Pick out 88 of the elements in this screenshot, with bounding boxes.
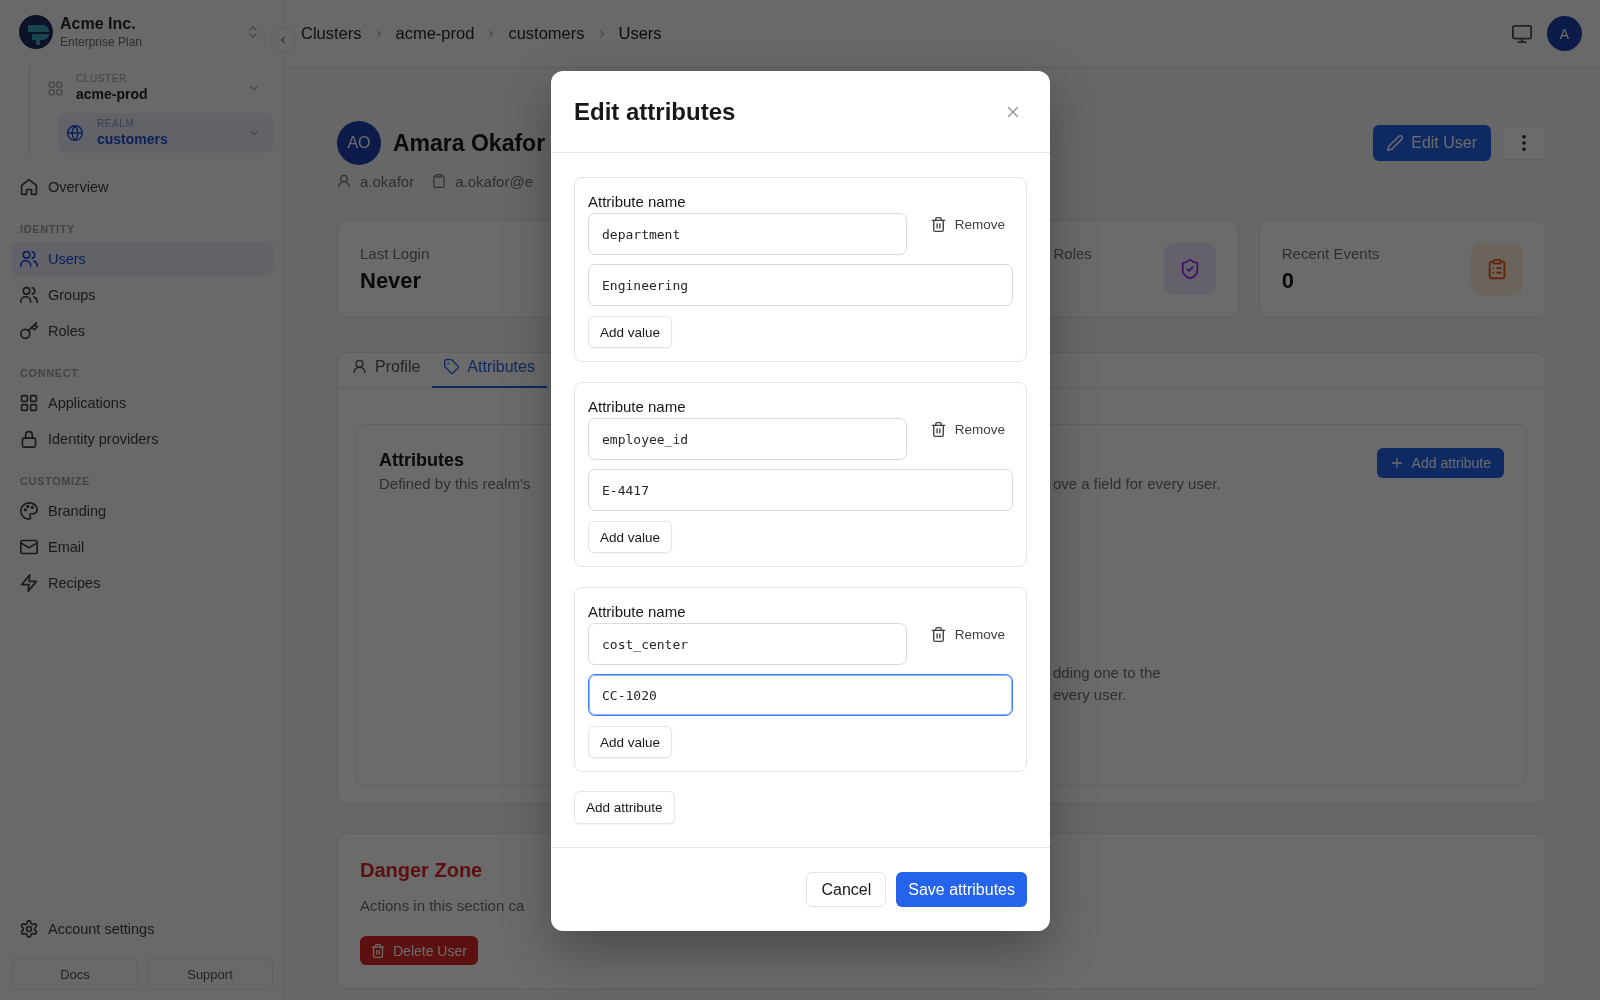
breadcrumb-link[interactable]: Clusters [301, 24, 362, 43]
stat-value: 0 [1281, 267, 1294, 295]
breadcrumb-link[interactable]: acme-prod [395, 24, 475, 43]
more-button[interactable] [1502, 126, 1546, 160]
danger-zone-title: Danger Zone [360, 858, 483, 883]
nav-item[interactable]: Recipes [12, 566, 273, 600]
trash-icon [930, 421, 946, 437]
plus-icon [1389, 456, 1404, 470]
section-description: Defined by this realm's [379, 474, 531, 494]
attribute-value-input[interactable]: E-4417 [588, 469, 1013, 511]
nav-item[interactable]: Branding [12, 494, 273, 528]
attribute-name-input[interactable]: employee_id [588, 418, 907, 460]
add-attribute-button[interactable]: Add attribute [574, 791, 675, 824]
remove-button[interactable]: Remove [922, 212, 1013, 236]
dialog-title: Edit attributes [574, 97, 736, 126]
user-name: Amara Okafor [393, 129, 546, 157]
add-value-button[interactable]: Add value [588, 521, 673, 553]
stat-label: Roles [1053, 244, 1092, 264]
shield-icon [1163, 243, 1216, 295]
clipboard-icon [1471, 243, 1523, 295]
tab[interactable]: Attributes [432, 353, 547, 388]
nav-item[interactable]: Applications [12, 386, 273, 420]
lock-icon [20, 430, 38, 448]
email-text: a.okafor@e [455, 172, 533, 190]
trash-icon [371, 943, 385, 958]
breadcrumb-current[interactable]: Users [618, 24, 662, 43]
empty-state-text: dding one to the every user. [1053, 663, 1161, 705]
settings-icon [20, 920, 38, 938]
stat-value: Never [360, 267, 422, 295]
palette-icon [20, 502, 38, 520]
grid-icon [48, 80, 63, 96]
nav-item[interactable]: Users [12, 242, 273, 276]
monitor-icon[interactable] [1512, 23, 1532, 44]
org-plan: Enterprise Plan [60, 34, 143, 50]
field-label: Attribute name [588, 603, 686, 621]
section-description: ove a field for every user. [1053, 474, 1221, 494]
stat-label: Recent Events [1281, 244, 1380, 264]
account-avatar[interactable]: A [1547, 16, 1582, 51]
company-logo [19, 15, 53, 49]
user-avatar: AO [337, 121, 381, 165]
nav-item[interactable]: Roles [12, 314, 273, 348]
home-icon [20, 178, 38, 196]
field-label: Attribute name [588, 398, 686, 416]
user-icon [352, 359, 367, 374]
chevrons-up-down-icon[interactable] [246, 25, 260, 39]
grid-icon [20, 394, 38, 412]
save-attributes-button[interactable]: Save attributes [896, 872, 1027, 907]
key-icon [20, 322, 38, 340]
remove-button[interactable]: Remove [922, 417, 1013, 441]
users-icon [20, 286, 38, 304]
field-label: Attribute name [588, 193, 686, 211]
add-value-button[interactable]: Add value [588, 726, 673, 758]
nav-item[interactable]: Groups [12, 278, 273, 312]
danger-zone-description: Actions in this section ca [360, 896, 525, 916]
chevron-left-icon [278, 35, 288, 45]
footer-link-button[interactable]: Support [147, 958, 273, 990]
globe-icon [67, 125, 83, 141]
cancel-button[interactable]: Cancel [806, 872, 887, 907]
dots-vertical-icon [1522, 135, 1526, 151]
tab[interactable]: Profile [340, 353, 433, 388]
breadcrumb-link[interactable]: customers [508, 24, 585, 43]
nav-item[interactable]: Email [12, 530, 273, 564]
tag-icon [444, 359, 460, 374]
stat-label: Last Login [360, 244, 430, 264]
section-title: Attributes [379, 449, 464, 472]
edit-user-button[interactable]: Edit User [1373, 125, 1491, 161]
attribute-value-input[interactable]: Engineering [588, 264, 1013, 306]
org-name: Acme Inc. [60, 14, 136, 34]
users-icon [20, 250, 38, 268]
add-value-button[interactable]: Add value [588, 316, 673, 348]
footer-link-button[interactable]: Docs [12, 958, 138, 990]
account-settings-link[interactable]: Account settings [12, 912, 273, 946]
username-text: a.okafor [360, 172, 415, 190]
clipboard-icon [432, 174, 447, 188]
nav-item[interactable]: Identity providers [12, 422, 273, 456]
pencil-icon [1387, 135, 1404, 151]
remove-button[interactable]: Remove [922, 622, 1013, 646]
delete-user-button[interactable]: Delete User [360, 936, 478, 965]
lightning-icon [20, 574, 38, 592]
trash-icon [930, 626, 946, 642]
mail-icon [20, 538, 38, 556]
attribute-name-input[interactable]: cost_center [588, 623, 907, 665]
attribute-value-input[interactable]: CC-1020 [588, 674, 1013, 716]
add-attribute-button[interactable]: Add attribute [1376, 448, 1504, 478]
nav-item[interactable]: Overview [12, 170, 273, 204]
user-icon [337, 174, 351, 188]
trash-icon [930, 216, 946, 232]
attribute-name-input[interactable]: department [588, 213, 907, 255]
